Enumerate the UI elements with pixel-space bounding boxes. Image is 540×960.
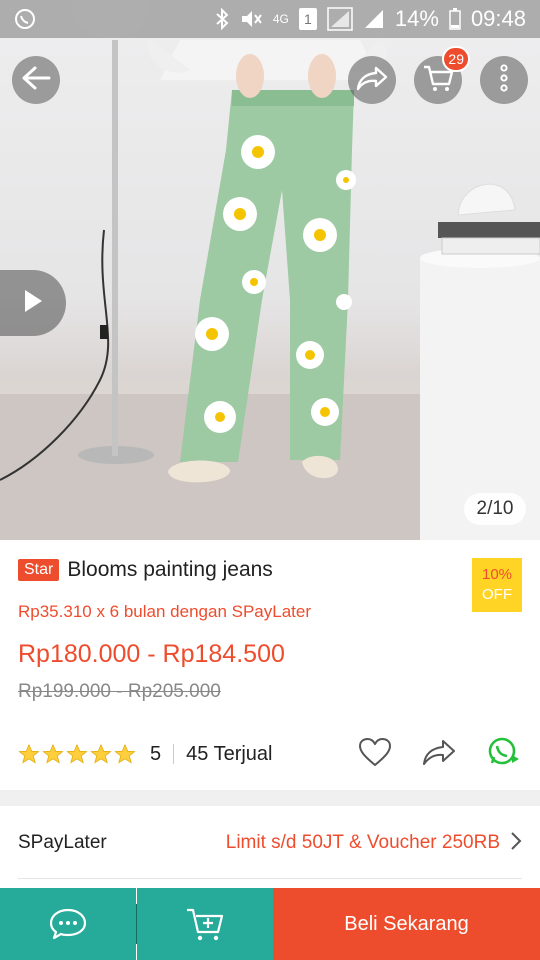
sim-indicator: 1 <box>298 8 317 30</box>
bottom-action-bar: Beli Sekarang <box>0 888 540 960</box>
share-icon <box>423 739 455 765</box>
share-icon <box>356 65 388 96</box>
heart-icon <box>359 737 391 766</box>
add-to-cart-icon <box>187 908 224 941</box>
rating-value: 5 <box>150 742 162 765</box>
spaylater-offer: Limit s/d 50JT & Voucher 250RB <box>225 832 500 853</box>
rating-stars[interactable] <box>18 743 136 765</box>
star-icon <box>18 743 40 764</box>
star-seller-badge: Star <box>18 559 60 581</box>
star-icon <box>42 743 64 764</box>
bluetooth-icon <box>215 8 229 30</box>
favorite-button[interactable] <box>358 737 392 772</box>
star-icon <box>114 743 136 764</box>
battery-icon <box>449 8 461 30</box>
spaylater-installment[interactable]: Rp35.310 x 6 bulan dengan SPayLater <box>18 602 311 622</box>
whatsapp-share-button[interactable] <box>486 735 522 774</box>
whatsapp-notification-icon <box>14 8 36 30</box>
play-icon <box>22 288 44 319</box>
battery-percent: 14% <box>394 6 439 31</box>
more-options-button[interactable] <box>480 56 528 104</box>
image-page-indicator: 2/10 <box>464 493 526 525</box>
row-divider <box>18 878 522 879</box>
discount-tag: 10% OFF <box>472 558 522 612</box>
signal-icon-2 <box>363 8 385 30</box>
cart-button[interactable]: 29 <box>414 46 470 104</box>
star-icon <box>66 743 88 764</box>
arrow-left-icon <box>21 65 51 96</box>
buy-now-button[interactable]: Beli Sekarang <box>273 888 540 960</box>
spaylater-label: SPayLater <box>18 832 107 853</box>
chat-icon <box>49 908 87 940</box>
back-button[interactable] <box>12 56 60 104</box>
signal-icon <box>327 7 353 31</box>
section-gap <box>0 790 540 806</box>
sim-label: 1 <box>303 11 312 27</box>
chevron-right-icon <box>510 831 522 856</box>
product-image-gallery[interactable]: 4G 1 14% 09:48 29 2/10 <box>0 0 540 540</box>
share-product-button[interactable] <box>422 738 456 771</box>
play-video-button[interactable] <box>0 270 66 336</box>
product-actions <box>358 735 522 774</box>
original-price-range: Rp199.000 - Rp205.000 <box>18 681 221 702</box>
bottom-bar-separator <box>136 888 137 960</box>
chat-button[interactable] <box>0 888 136 960</box>
spaylater-row[interactable]: SPayLater Limit s/d 50JT & Voucher 250RB <box>0 806 540 880</box>
whatsapp-icon <box>488 737 519 764</box>
share-button[interactable] <box>348 56 396 104</box>
discount-label: OFF <box>482 586 512 603</box>
sold-count: 45 Terjual <box>186 742 273 765</box>
product-info-section: Star Blooms painting jeans 10% OFF Rp35.… <box>0 540 540 790</box>
price-range: Rp180.000 - Rp184.500 <box>18 640 285 668</box>
add-to-cart-button[interactable] <box>137 888 273 960</box>
divider <box>173 744 175 764</box>
star-icon <box>90 743 112 764</box>
product-title: Blooms painting jeans <box>67 558 273 581</box>
status-bar: 4G 1 14% 09:48 <box>0 0 540 38</box>
title-row: Star Blooms painting jeans <box>18 558 273 582</box>
cart-count-badge: 29 <box>442 46 470 72</box>
product-detail-screen: 4G 1 14% 09:48 29 2/10 Star Blooms paint… <box>0 0 540 960</box>
clock: 09:48 <box>470 6 526 31</box>
network-type-label: 4G <box>272 12 289 26</box>
more-vertical-icon <box>500 63 508 97</box>
mute-icon <box>239 8 263 30</box>
rating-row: 5 45 Terjual <box>18 737 522 770</box>
discount-percent: 10% <box>481 565 513 583</box>
